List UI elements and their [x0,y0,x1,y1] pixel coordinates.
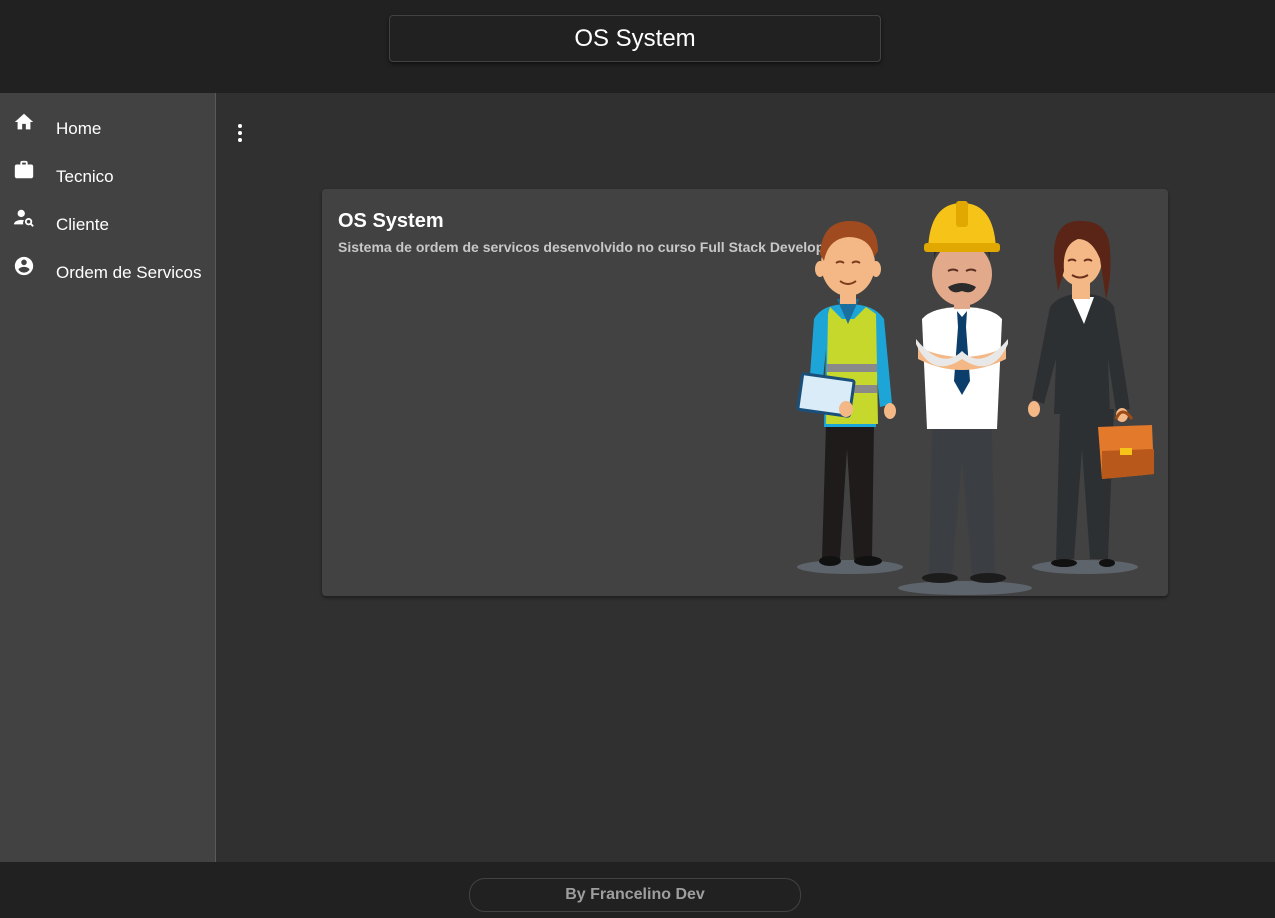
sidebar-item-label: Cliente [56,215,109,234]
workers-illustration [796,201,1154,595]
home-icon [13,111,35,133]
card-subtitle: Sistema de ordem de servicos desenvolvid… [338,239,825,255]
app-title-text: OS System [574,24,696,52]
briefcase-icon [13,159,35,181]
sidebar-item-label: Tecnico [56,167,114,186]
more-vert-icon[interactable] [228,120,252,146]
sidebar: Home Tecnico Cliente Ordem de Servicos [0,93,216,862]
person-search-icon [13,207,35,229]
sidebar-item-ordem-de-servicos[interactable]: Ordem de Servicos [0,247,215,295]
sidebar-item-tecnico[interactable]: Tecnico [0,151,215,199]
sidebar-item-home[interactable]: Home [0,103,215,151]
sidebar-item-label: Home [56,119,102,138]
sidebar-item-cliente[interactable]: Cliente [0,199,215,247]
app-title: OS System [389,15,881,62]
account-circle-icon [13,255,35,277]
welcome-card: OS System Sistema de ordem de servicos d… [322,189,1168,596]
footer-credit: By Francelino Dev [469,878,801,912]
footer-text: By Francelino Dev [565,886,705,903]
sidebar-item-label: Ordem de Servicos [56,263,202,282]
card-title: OS System [338,210,444,232]
